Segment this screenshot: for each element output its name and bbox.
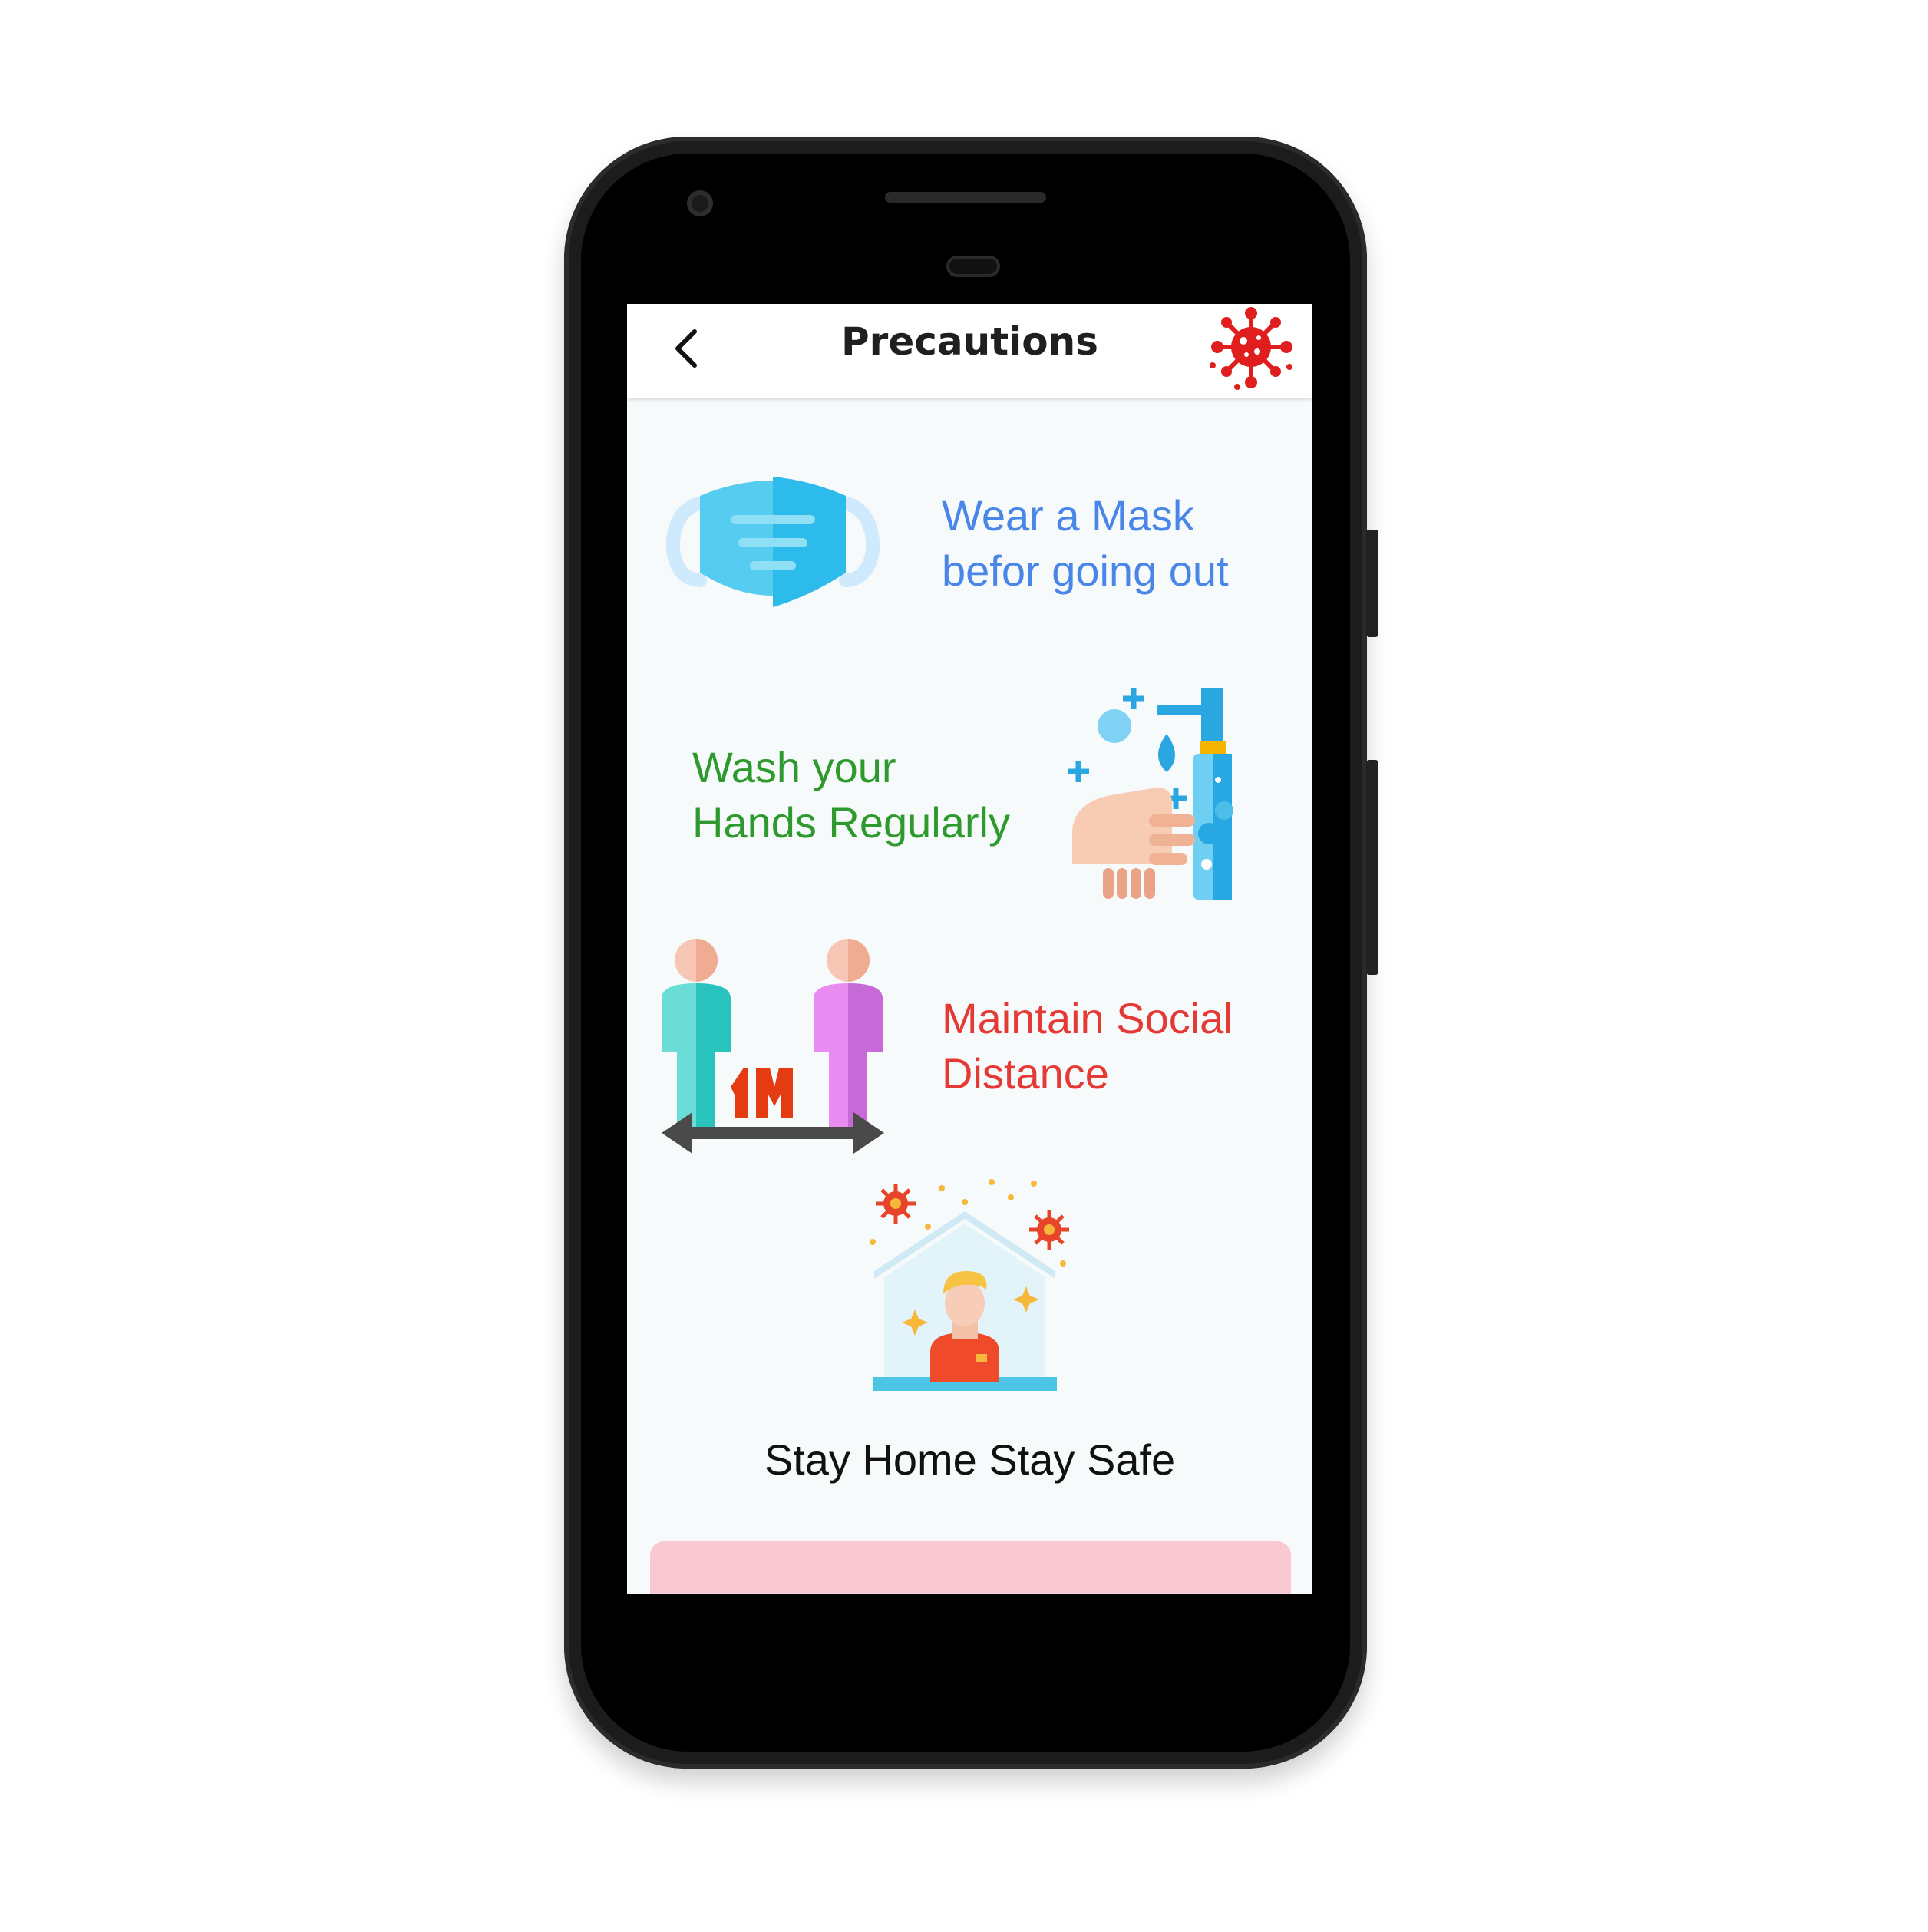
- proximity-sensor: [946, 256, 1000, 277]
- front-camera: [687, 190, 713, 216]
- text-line: Distance: [942, 1049, 1109, 1098]
- hand-wash-icon: [1057, 688, 1287, 903]
- precaution-text-mask: Wear a Mask befor going out: [942, 488, 1229, 599]
- stay-home-icon: [857, 1179, 1072, 1402]
- app-screen: Precautions Wear a Mask befor going out …: [627, 304, 1312, 1594]
- text-line: Hands Regularly: [692, 798, 1010, 847]
- text-line: befor going out: [942, 547, 1229, 595]
- face-mask-icon: [658, 473, 888, 611]
- precaution-text-stay-home: Stay Home Stay Safe: [764, 1435, 1176, 1484]
- text-line: Wear a Mask: [942, 491, 1194, 540]
- footer-card[interactable]: [650, 1541, 1291, 1594]
- precaution-text-wash: Wash your Hands Regularly: [692, 740, 1010, 850]
- text-line: Wash your: [692, 743, 896, 791]
- virus-icon: [1207, 305, 1297, 396]
- social-distance-icon: [658, 937, 888, 1160]
- text-line: Maintain Social: [942, 994, 1233, 1042]
- app-bar: Precautions: [627, 304, 1312, 398]
- earpiece-speaker: [885, 192, 1046, 203]
- volume-button: [1366, 760, 1378, 975]
- power-button: [1366, 530, 1378, 637]
- precaution-text-distance: Maintain Social Distance: [942, 991, 1233, 1101]
